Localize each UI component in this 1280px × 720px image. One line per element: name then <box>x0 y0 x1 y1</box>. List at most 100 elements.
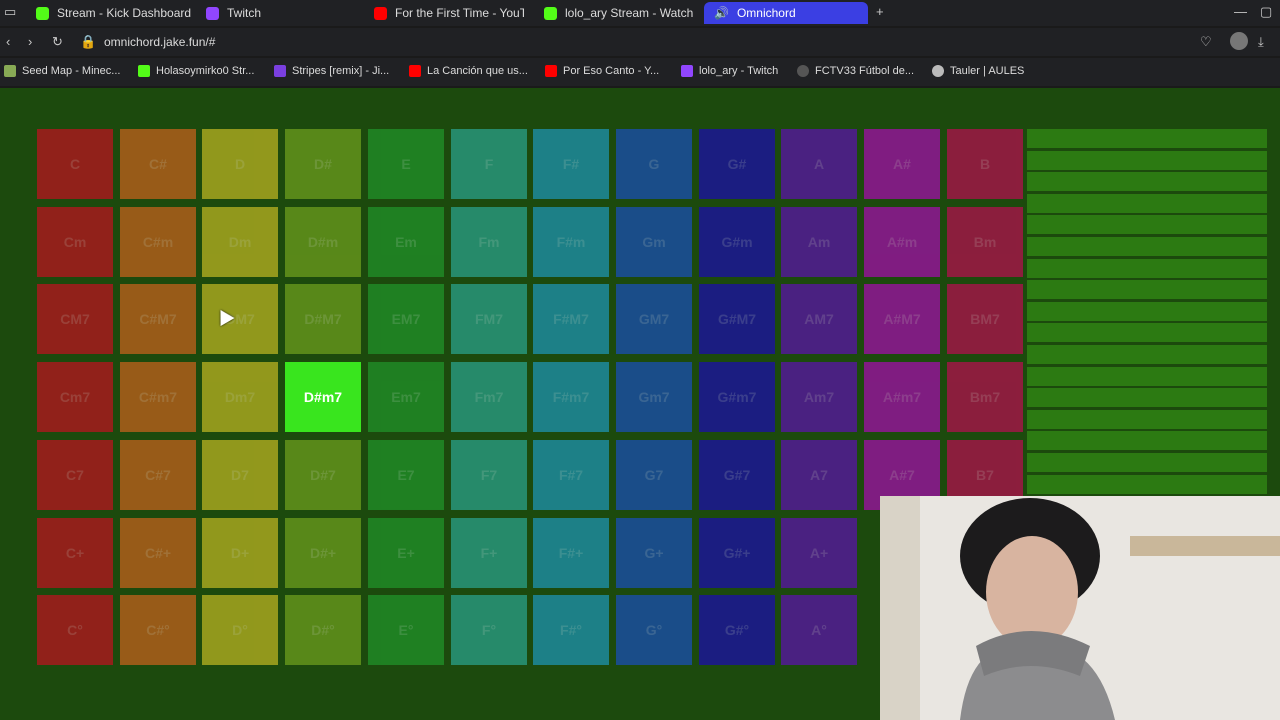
chord-button[interactable]: F° <box>451 595 527 665</box>
chord-button[interactable]: FM7 <box>451 284 527 354</box>
strum-string[interactable] <box>1027 323 1267 343</box>
strum-string[interactable] <box>1027 453 1267 472</box>
chord-button[interactable]: D <box>202 129 278 199</box>
chord-button[interactable]: D7 <box>202 440 278 510</box>
strum-string[interactable] <box>1027 150 1267 170</box>
bookmark-la-cancion[interactable]: La Canción que us... <box>409 65 528 77</box>
chord-button[interactable]: Bm7 <box>947 362 1023 432</box>
strum-string[interactable] <box>1027 345 1267 364</box>
strum-string[interactable] <box>1027 172 1267 192</box>
chord-button[interactable]: D#+ <box>285 518 361 588</box>
chord-button[interactable]: C#M7 <box>120 284 196 354</box>
chord-button[interactable]: EM7 <box>368 284 444 354</box>
chord-button[interactable]: F#7 <box>533 440 609 510</box>
maximize-icon[interactable]: ▢ <box>1260 4 1272 20</box>
strum-string[interactable] <box>1027 474 1267 494</box>
bookmark-seed-map[interactable]: Seed Map - Minec... <box>4 65 120 77</box>
chord-button[interactable]: Fm <box>451 207 527 277</box>
chord-button[interactable]: G+ <box>616 518 692 588</box>
chord-button[interactable]: A7 <box>781 440 857 510</box>
chord-button[interactable]: C+ <box>37 518 113 588</box>
chord-button[interactable]: C#m <box>120 207 196 277</box>
bookmark-tauler[interactable]: Tauler | AULES <box>932 65 1024 77</box>
chord-button[interactable]: Em <box>368 207 444 277</box>
strum-string[interactable] <box>1027 258 1267 278</box>
chord-button[interactable]: Fm7 <box>451 362 527 432</box>
chord-button[interactable]: Bm <box>947 207 1023 277</box>
chord-button[interactable]: Cm <box>37 207 113 277</box>
chord-button[interactable]: D#m <box>285 207 361 277</box>
strum-string[interactable] <box>1027 409 1267 429</box>
chord-button[interactable]: Dm7 <box>202 362 278 432</box>
reload-icon[interactable]: ↻ <box>52 34 63 50</box>
chord-button[interactable]: A# <box>864 129 940 199</box>
tab-search-icon[interactable]: ▭ <box>4 4 16 20</box>
chord-button[interactable]: E° <box>368 595 444 665</box>
bookmark-star-icon[interactable]: ♡ <box>1200 34 1212 50</box>
strum-string[interactable] <box>1027 129 1267 148</box>
chord-button[interactable]: E7 <box>368 440 444 510</box>
forward-icon[interactable]: › <box>28 34 32 49</box>
chord-button[interactable]: F+ <box>451 518 527 588</box>
chord-button[interactable]: CM7 <box>37 284 113 354</box>
chord-button[interactable]: D#m7 <box>285 362 361 432</box>
chord-button[interactable]: G#7 <box>699 440 775 510</box>
chord-button[interactable]: F#M7 <box>533 284 609 354</box>
chord-button[interactable]: GM7 <box>616 284 692 354</box>
chord-button[interactable]: B <box>947 129 1023 199</box>
chord-button[interactable]: F# <box>533 129 609 199</box>
chord-button[interactable]: DM7 <box>202 284 278 354</box>
chord-button[interactable]: Am <box>781 207 857 277</box>
chord-button[interactable]: G7 <box>616 440 692 510</box>
bookmark-stripes[interactable]: Stripes [remix] - Ji... <box>274 65 389 77</box>
strum-string[interactable] <box>1027 280 1267 300</box>
chord-button[interactable]: C° <box>37 595 113 665</box>
chord-button[interactable]: D#M7 <box>285 284 361 354</box>
chord-button[interactable]: Am7 <box>781 362 857 432</box>
chord-button[interactable]: D#7 <box>285 440 361 510</box>
strum-string[interactable] <box>1027 431 1267 451</box>
chord-button[interactable]: G <box>616 129 692 199</box>
chord-button[interactable]: A <box>781 129 857 199</box>
chord-button[interactable]: A° <box>781 595 857 665</box>
chord-button[interactable]: A+ <box>781 518 857 588</box>
bookmark-por-eso-canto[interactable]: Por Eso Canto - Y... <box>545 65 659 77</box>
chord-button[interactable]: G#+ <box>699 518 775 588</box>
chord-button[interactable]: C#+ <box>120 518 196 588</box>
bookmark-lolo-twitch[interactable]: lolo_ary - Twitch <box>681 65 778 77</box>
chord-button[interactable]: D# <box>285 129 361 199</box>
chord-button[interactable]: C# <box>120 129 196 199</box>
chord-button[interactable]: Gm7 <box>616 362 692 432</box>
chord-button[interactable]: D+ <box>202 518 278 588</box>
chord-button[interactable]: G#m <box>699 207 775 277</box>
minimize-icon[interactable]: — <box>1234 4 1247 19</box>
strum-string[interactable] <box>1027 237 1267 256</box>
chord-button[interactable]: A#m7 <box>864 362 940 432</box>
tab-twitch[interactable]: Twitch <box>206 2 366 24</box>
strum-string[interactable] <box>1027 366 1267 386</box>
chord-button[interactable]: D° <box>202 595 278 665</box>
url-field[interactable]: omnichord.jake.fun/# <box>104 35 215 49</box>
chord-button[interactable]: F <box>451 129 527 199</box>
chord-button[interactable]: BM7 <box>947 284 1023 354</box>
tab-lolo-stream[interactable]: lolo_ary Stream - Watch l <box>544 2 694 24</box>
chord-button[interactable]: F#° <box>533 595 609 665</box>
tab-youtube[interactable]: For the First Time - YouTu <box>374 2 524 24</box>
chord-button[interactable]: A#M7 <box>864 284 940 354</box>
chord-button[interactable]: Gm <box>616 207 692 277</box>
strum-string[interactable] <box>1027 215 1267 235</box>
chord-button[interactable]: E <box>368 129 444 199</box>
profile-avatar[interactable] <box>1230 32 1248 50</box>
chord-button[interactable]: Cm7 <box>37 362 113 432</box>
chord-button[interactable]: Em7 <box>368 362 444 432</box>
strum-string[interactable] <box>1027 388 1267 408</box>
chord-button[interactable]: E+ <box>368 518 444 588</box>
strum-string[interactable] <box>1027 193 1267 213</box>
bookmark-fctv33[interactable]: FCTV33 Fútbol de... <box>797 65 914 77</box>
new-tab-icon[interactable]: + <box>876 4 884 19</box>
chord-button[interactable]: C#m7 <box>120 362 196 432</box>
chord-button[interactable]: C7 <box>37 440 113 510</box>
chord-button[interactable]: G° <box>616 595 692 665</box>
chord-button[interactable]: C#7 <box>120 440 196 510</box>
chord-button[interactable]: C#° <box>120 595 196 665</box>
